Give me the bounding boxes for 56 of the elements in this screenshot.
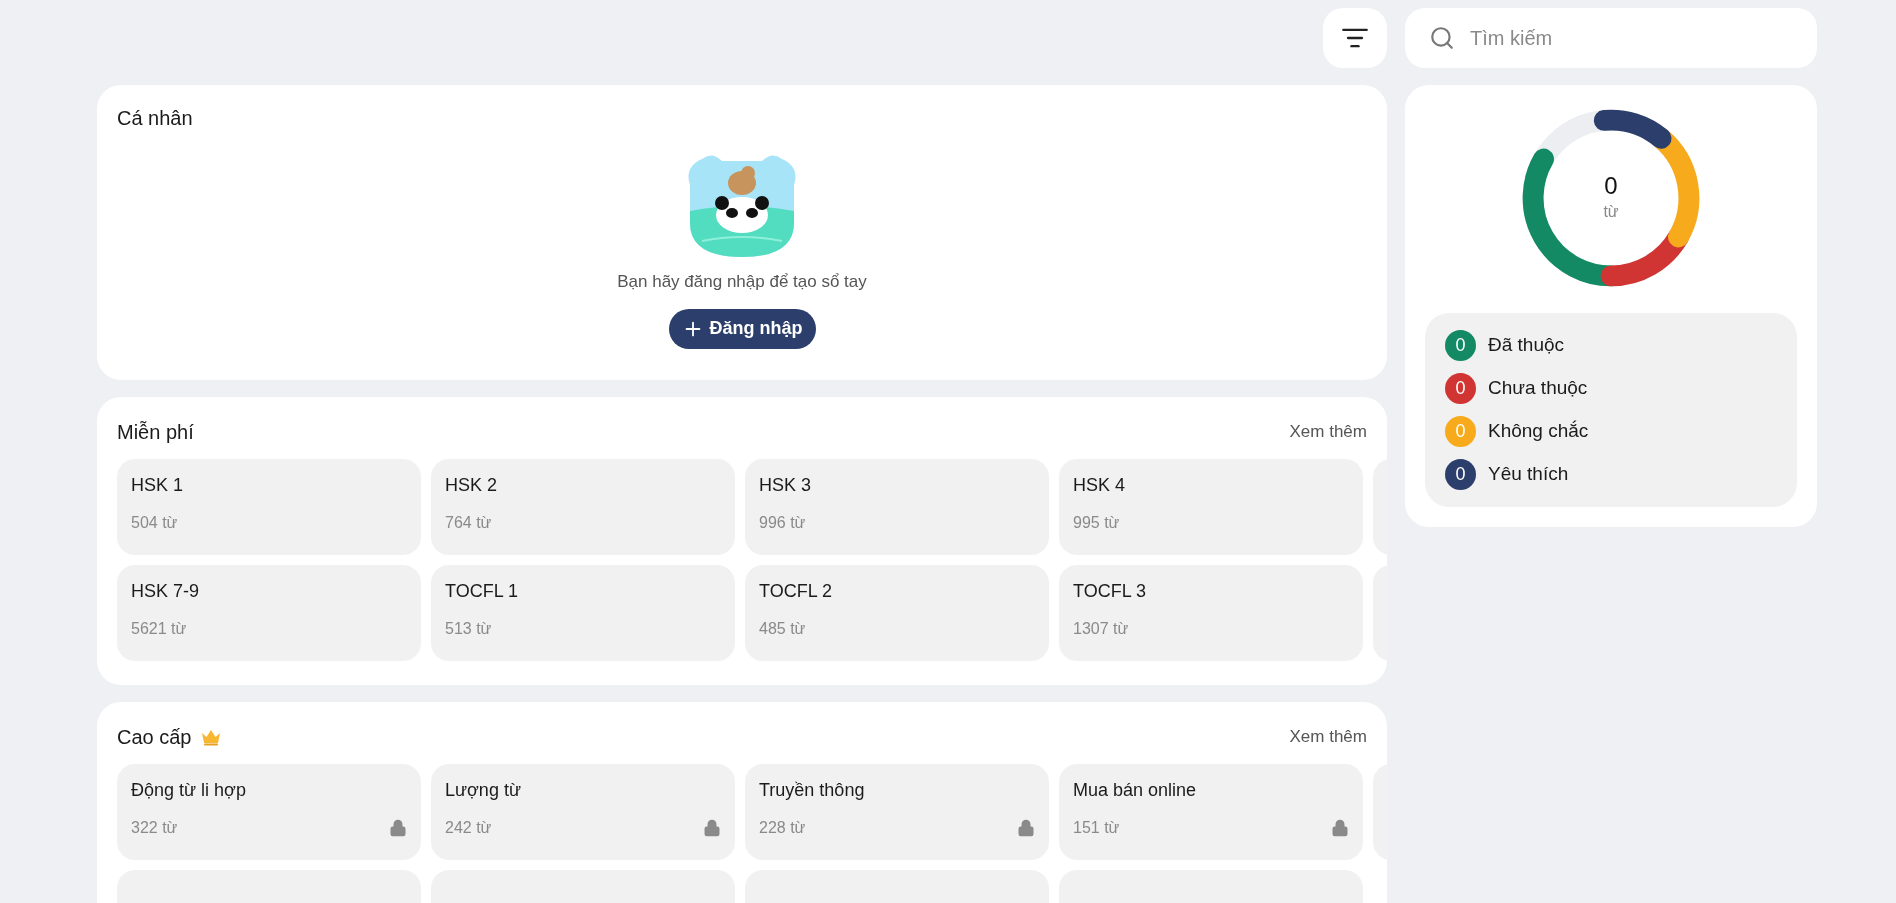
collection-name: Truyền thông	[759, 779, 866, 802]
collection-name: TOCFL 1	[445, 580, 520, 603]
collection-name: HSK 4	[1073, 474, 1127, 497]
collection-tile[interactable]: Mua bán online 151 từ	[1059, 764, 1363, 860]
search-field[interactable]: Tìm kiếm	[1405, 8, 1817, 68]
legend-label: Không chắc	[1488, 419, 1589, 444]
collection-name: TOCFL 2	[759, 580, 834, 603]
word-count: 504 từ	[131, 513, 178, 533]
search-icon	[1429, 25, 1455, 51]
total-count: 0	[1604, 172, 1618, 200]
word-count: 5621 từ	[131, 619, 187, 639]
collection-name: TOCFL 3	[1073, 580, 1148, 603]
word-count: 764 từ	[445, 513, 492, 533]
see-more-link[interactable]: Xem thêm	[1289, 419, 1367, 445]
word-count: 322 từ	[131, 818, 178, 838]
count-badge: 0	[1445, 373, 1476, 404]
collection-name: Lượng từ	[445, 779, 522, 802]
section-title: Miễn phí	[117, 420, 194, 445]
collection-tile[interactable]: HSK 3 996 từ	[745, 459, 1049, 555]
count-badge: 0	[1445, 459, 1476, 490]
collection-name: HSK 1	[131, 474, 185, 497]
filter-button[interactable]	[1323, 8, 1387, 68]
section-title: Cao cấp	[117, 725, 192, 750]
login-prompt: Bạn hãy đăng nhập để tạo sổ tay	[617, 271, 867, 293]
word-count: 242 từ	[445, 818, 492, 838]
collection-tile[interactable]: HSK 4 995 từ	[1059, 459, 1363, 555]
login-button[interactable]: Đăng nhập	[668, 308, 816, 349]
word-count: 995 từ	[1073, 513, 1120, 533]
word-count: 228 từ	[759, 818, 806, 838]
collection-tile[interactable]: HSK 7-9 5621 từ	[117, 565, 421, 661]
collection-name: Mua bán online	[1073, 779, 1198, 802]
collection-tile[interactable]: TOCFL 1 513 từ	[431, 565, 735, 661]
word-count: 996 từ	[759, 513, 806, 533]
collection-tile[interactable]: TOCFL 2 485 từ	[745, 565, 1049, 661]
word-count: 151 từ	[1073, 818, 1120, 838]
collection-tile[interactable]: Động từ li hợp 322 từ	[117, 764, 421, 860]
collection-tile[interactable]: Lượng từ 242 từ	[431, 764, 735, 860]
total-unit: từ	[1603, 202, 1619, 222]
legend-label: Yêu thích	[1488, 462, 1569, 487]
count-badge: 0	[1445, 330, 1476, 361]
collection-tile[interactable]: TOCFL 3 1307 từ	[1059, 565, 1363, 661]
collection-tile[interactable]: HSK 2 764 từ	[431, 459, 735, 555]
legend-label: Đã thuộc	[1488, 333, 1565, 358]
collection-name: HSK 7-9	[131, 580, 201, 603]
see-more-link[interactable]: Xem thêm	[1289, 724, 1367, 750]
collection-name: Động từ li hợp	[131, 779, 247, 802]
count-badge: 0	[1445, 416, 1476, 447]
collection-name: HSK 3	[759, 474, 813, 497]
word-count: 513 từ	[445, 619, 492, 639]
legend-label: Chưa thuộc	[1488, 376, 1588, 401]
collection-tile[interactable]: Truyền thông 228 từ	[745, 764, 1049, 860]
word-count: 1307 từ	[1073, 619, 1129, 639]
collection-name: HSK 2	[445, 474, 499, 497]
section-title: Cá nhân	[117, 106, 194, 131]
word-count: 485 từ	[759, 619, 806, 639]
collection-tile[interactable]: HSK 1 504 từ	[117, 459, 421, 555]
